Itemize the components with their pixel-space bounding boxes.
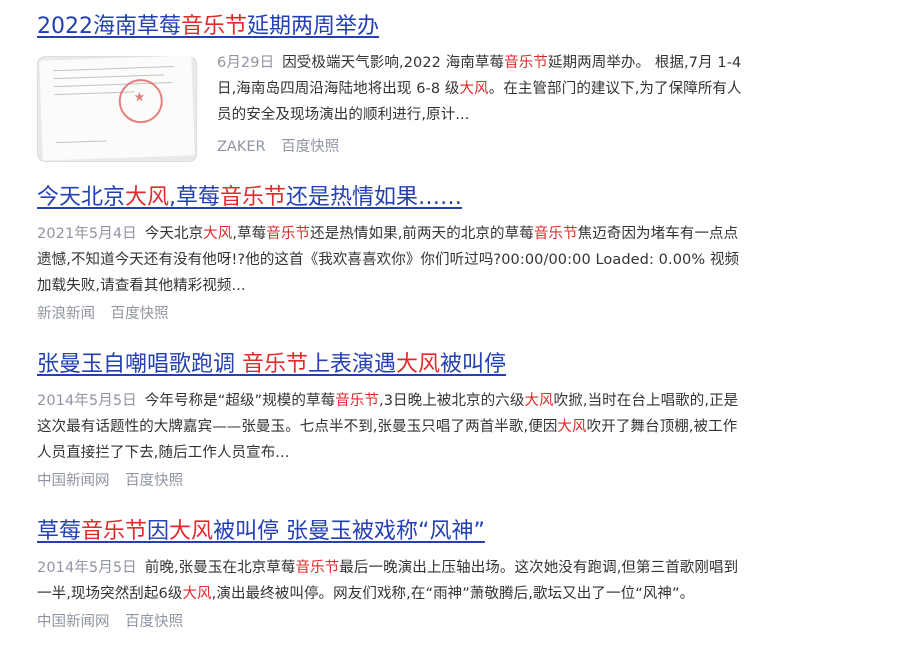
result-title[interactable]: 今天北京大风,草莓音乐节还是热情如果…… [37,183,747,213]
text-segment: 延期两周举办 [247,14,380,39]
highlighted-keyword: 大风 [557,419,587,435]
source-name: 中国新闻网 [37,473,110,489]
text-segment: ,草莓 [169,185,221,210]
text-segment: 因 [147,519,170,544]
highlighted-keyword: 大风 [182,586,212,602]
source-name: ZAKER [217,139,266,155]
seal-icon [118,78,164,124]
text-segment: 今天北京 [37,185,126,210]
result-source: 中国新闻网 百度快照 [37,611,747,633]
text-segment: 草莓 [37,519,82,544]
highlighted-keyword: 大风 [396,352,441,377]
highlighted-keyword: 大风 [524,393,554,409]
result-item: 今天北京大风,草莓音乐节还是热情如果…… 2021年5月4日 今天北京大风,草莓音… [37,183,747,325]
highlighted-keyword: 音乐节 [242,352,309,377]
highlighted-keyword: 大风 [169,519,214,544]
result-date: 6月29日 [217,55,275,71]
result-snippet: 6月29日 因受极端天气影响,2022 海南草莓音乐节延期两周举办。 根据,7月 … [217,50,747,128]
text-segment: 2022海南草莓 [37,14,181,39]
source-name: 新浪新闻 [37,306,95,322]
result-title[interactable]: 张曼玉自嘲唱歌跑调 音乐节上表演遇大风被叫停 [37,350,747,380]
result-snippet: 2014年5月5日 前晚,张曼玉在北京草莓音乐节最后一晚演出上压轴出场。这次她没有… [37,555,747,607]
source-name: 中国新闻网 [37,614,110,630]
highlighted-keyword: 音乐节 [295,560,340,576]
highlighted-keyword: 音乐节 [335,393,380,409]
text-segment: 被叫停 张曼玉被戏称“风神” [213,519,485,544]
highlighted-keyword: 大风 [459,81,489,97]
text-segment: ,草莓 [232,226,267,242]
text-segment: 还是热情如果…… [286,185,463,210]
text-segment: 被叫停 [440,352,507,377]
text-segment: 因受极端天气影响,2022 海南草莓 [282,55,505,71]
highlighted-keyword: 大风 [203,226,233,242]
result-date: 2021年5月4日 [37,226,137,242]
result-thumbnail[interactable] [37,56,197,162]
highlighted-keyword: 音乐节 [220,185,287,210]
result-snippet: 2014年5月5日 今年号称是“超级”规模的草莓音乐节,3日晚上被北京的六级大风吹… [37,388,747,466]
text-segment: 上表演遇 [308,352,397,377]
text-segment: 张曼玉自嘲唱歌跑调 [37,352,242,377]
text-segment: ,3日晚上被北京的六级 [379,393,525,409]
result-item: 2022海南草莓音乐节延期两周举办 6月29日因受极端天气影响,2022 海南草… [37,12,747,162]
result-item: 草莓音乐节因大风被叫停 张曼玉被戏称“风神” 2014年5月5日 前晚,张曼玉在北… [37,517,747,633]
highlighted-keyword: 音乐节 [181,14,248,39]
result-source: ZAKER 百度快照 [217,136,747,158]
highlighted-keyword: 音乐节 [81,519,148,544]
cache-link[interactable]: 百度快照 [281,139,339,155]
result-item: 张曼玉自嘲唱歌跑调 音乐节上表演遇大风被叫停 2014年5月5日 今年号称是“超级… [37,350,747,492]
text-segment: 还是热情如果,前两天的北京的草莓 [310,226,534,242]
result-title[interactable]: 2022海南草莓音乐节延期两周举办 [37,12,747,42]
result-snippet: 2021年5月4日 今天北京大风,草莓音乐节还是热情如果,前两天的北京的草莓音乐节… [37,221,747,299]
cache-link[interactable]: 百度快照 [111,306,169,322]
search-results: 2022海南草莓音乐节延期两周举办 6月29日因受极端天气影响,2022 海南草… [0,0,900,670]
text-segment: ,演出最终被叫停。网友们戏称,在“雨神”萧敬腾后,歌坛又出了一位“风神”。 [211,586,695,602]
result-source: 新浪新闻 百度快照 [37,303,747,325]
highlighted-keyword: 音乐节 [504,55,548,71]
document-image [39,56,195,161]
text-segment: 今年号称是“超级”规模的草莓 [144,393,336,409]
cache-link[interactable]: 百度快照 [125,473,183,489]
result-source: 中国新闻网 百度快照 [37,470,747,492]
result-date: 2014年5月5日 [37,560,137,576]
result-date: 2014年5月5日 [37,393,137,409]
highlighted-keyword: 音乐节 [266,226,311,242]
text-segment: 前晚,张曼玉在北京草莓 [144,560,296,576]
text-segment: 今天北京 [144,226,204,242]
cache-link[interactable]: 百度快照 [125,614,183,630]
highlighted-keyword: 音乐节 [533,226,578,242]
highlighted-keyword: 大风 [125,185,170,210]
result-title[interactable]: 草莓音乐节因大风被叫停 张曼玉被戏称“风神” [37,517,747,547]
